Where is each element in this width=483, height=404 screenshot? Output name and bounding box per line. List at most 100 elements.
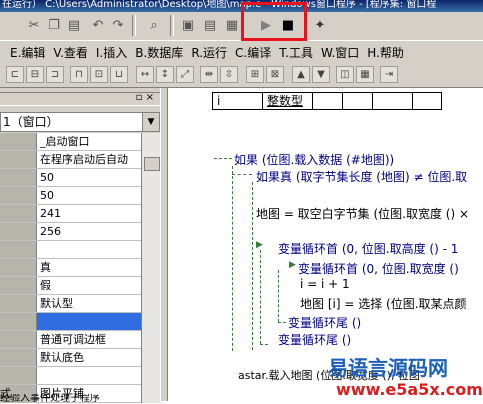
menu-help[interactable]: H.帮助 [363, 44, 408, 61]
align-top-icon[interactable]: ⊓ [70, 66, 88, 83]
menu-compile[interactable]: C.编译 [231, 44, 275, 61]
chevron-down-icon[interactable]: ▼ [142, 113, 159, 131]
code-line[interactable]: 地图 = 取空白字节集 (位图.取宽度 () × [256, 205, 469, 222]
property-row[interactable]: 241 [0, 205, 160, 223]
menu-window[interactable]: W.窗口 [317, 44, 363, 61]
menu-edit[interactable]: E.编辑 [6, 44, 49, 61]
property-row[interactable]: 真 [0, 259, 160, 277]
property-row[interactable]: _启动窗口 [0, 133, 160, 151]
property-value[interactable]: 默认底色 [37, 349, 141, 366]
center-vertical-icon[interactable]: ⊠ [266, 66, 284, 83]
space-horizontal-icon[interactable]: ⇹ [200, 66, 218, 83]
property-value[interactable]: 默认型 [37, 295, 141, 312]
code-line[interactable]: 变量循环尾 () [278, 331, 351, 348]
property-name [0, 277, 37, 294]
variable-cell[interactable] [413, 93, 441, 109]
scrollbar-thumb[interactable] [144, 157, 160, 171]
property-row[interactable]: 在程序启动后自动 [0, 151, 160, 169]
lock-icon[interactable]: ◫ [336, 66, 354, 83]
property-value[interactable]: 假 [37, 277, 141, 294]
align-middle-icon[interactable]: ⊡ [90, 66, 108, 83]
property-name [0, 259, 37, 276]
variable-name[interactable]: i [213, 93, 263, 109]
toolbar-separator [170, 15, 174, 36]
property-name [0, 205, 37, 222]
variable-cell[interactable] [313, 93, 343, 109]
send-back-icon[interactable]: ▼ [312, 66, 330, 83]
property-scrollbar[interactable] [141, 133, 161, 403]
panel-close-icon[interactable]: ▫ × [136, 93, 154, 103]
align-center-icon[interactable]: ⊟ [26, 66, 44, 83]
property-row[interactable]: 256 [0, 223, 160, 241]
flow-line [232, 174, 252, 175]
menu-run[interactable]: R.运行 [187, 44, 231, 61]
property-row[interactable]: 50 [0, 169, 160, 187]
layout-3-icon[interactable]: ▦ [222, 15, 242, 35]
property-row[interactable]: 默认型 [0, 295, 160, 313]
bring-front-icon[interactable]: ▲ [292, 66, 310, 83]
property-value[interactable]: _启动窗口 [37, 133, 141, 150]
flow-line [232, 166, 233, 351]
property-row[interactable] [0, 241, 160, 259]
property-row[interactable]: 假 [0, 277, 160, 295]
object-select[interactable]: 1（窗口） ▼ [0, 112, 160, 132]
property-value[interactable]: 在程序启动后自动 [37, 151, 141, 168]
code-line[interactable]: i = i + 1 [300, 277, 350, 291]
debug-icon[interactable]: ✦ [310, 15, 330, 35]
property-value[interactable]: 256 [37, 223, 141, 240]
code-line[interactable]: 如果 (位图.载入数据 (#地图)) [234, 151, 394, 168]
find-icon[interactable]: ⌕ [144, 15, 164, 35]
paste-icon[interactable]: ▤ [64, 15, 84, 35]
property-value[interactable] [37, 313, 141, 330]
code-line[interactable]: 变量循环尾 () [288, 314, 361, 331]
menu-database[interactable]: B.数据库 [131, 44, 187, 61]
space-vertical-icon[interactable]: ⇳ [220, 66, 238, 83]
property-value[interactable]: 50 [37, 169, 141, 186]
property-value[interactable]: 普通可调边框 [37, 331, 141, 348]
menu-tools[interactable]: T.工具 [275, 44, 317, 61]
layout-2-icon[interactable]: ▤ [200, 15, 220, 35]
center-horizontal-icon[interactable]: ⊞ [246, 66, 264, 83]
code-line[interactable]: 变量循环首 (0, 位图.取宽度 () [298, 260, 459, 277]
property-row[interactable] [0, 367, 160, 385]
cut-icon[interactable]: ✂ [24, 15, 44, 35]
property-name [0, 169, 37, 186]
property-row[interactable]: 50 [0, 187, 160, 205]
tab-order-icon[interactable]: ⇥ [380, 66, 398, 83]
same-size-icon[interactable]: ⤢ [176, 66, 194, 83]
layout-1-icon[interactable]: ▣ [178, 15, 198, 35]
flow-line [214, 158, 232, 159]
variable-type[interactable]: 整数型 [263, 93, 313, 109]
watermark-title: 易语言源码网 [328, 356, 448, 380]
property-row-selected[interactable] [0, 313, 160, 331]
property-value[interactable]: 50 [37, 187, 141, 204]
property-name [0, 223, 37, 240]
menu-insert[interactable]: I.插入 [92, 44, 131, 61]
grid-icon[interactable]: ▦ [356, 66, 374, 83]
same-width-icon[interactable]: ↔ [136, 66, 154, 83]
menu-view[interactable]: V.查看 [49, 44, 91, 61]
align-left-icon[interactable]: ⊏ [6, 66, 24, 83]
copy-icon[interactable]: ❐ [44, 15, 64, 35]
same-height-icon[interactable]: ↕ [156, 66, 174, 83]
panel-splitter[interactable] [160, 88, 168, 401]
flow-line [260, 344, 268, 345]
align-right-icon[interactable]: ⊐ [46, 66, 64, 83]
variable-cell[interactable] [373, 93, 413, 109]
property-value[interactable] [37, 241, 141, 258]
property-table: _启动窗口 在程序启动后自动 50 50 241 256 真 假 默认型 普通可… [0, 133, 160, 403]
property-name [0, 367, 37, 384]
property-row[interactable]: 普通可调边框 [0, 331, 160, 349]
code-line[interactable]: 如果真 (取字节集长度 (地图) ≠ 位图.取 [256, 168, 467, 185]
redo-icon[interactable]: ↷ [108, 15, 128, 35]
property-value[interactable]: 241 [37, 205, 141, 222]
property-value[interactable] [37, 367, 141, 384]
code-line[interactable]: 变量循环首 (0, 位图.取高度 () - 1 [278, 240, 458, 257]
variable-cell[interactable] [343, 93, 373, 109]
property-row[interactable]: 默认底色 [0, 349, 160, 367]
object-select-value: 1（窗口） [3, 115, 59, 129]
undo-icon[interactable]: ↶ [88, 15, 108, 35]
code-line[interactable]: 地图 [i] = 选择 (位图.取某点颜 [300, 295, 467, 312]
align-bottom-icon[interactable]: ⊔ [110, 66, 128, 83]
property-value[interactable]: 真 [37, 259, 141, 276]
